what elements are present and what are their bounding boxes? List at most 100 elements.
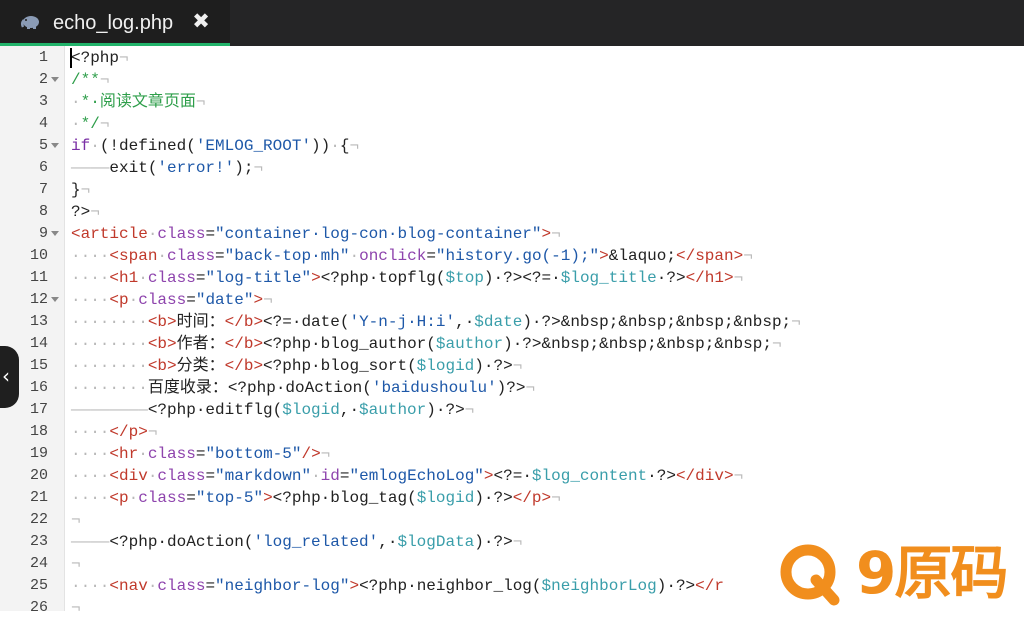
tab-bar: echo_log.php ✖	[0, 0, 1024, 46]
fold-arrow-icon[interactable]	[51, 297, 59, 302]
code-token: >	[349, 577, 360, 595]
code-token: <b>	[147, 335, 177, 353]
code-text: ————————<?php·editflg($logid,·$author)·?…	[71, 399, 474, 421]
fold-arrow-icon[interactable]	[51, 143, 59, 148]
code-token: <p	[109, 291, 129, 309]
line-number: 18	[29, 423, 48, 440]
code-token: <?php·blog_author(	[263, 335, 436, 353]
code-text: ·*·阅读文章页面¬	[71, 91, 205, 113]
chevron-left-icon: ‹	[2, 364, 10, 388]
code-line[interactable]: 16 ········百度收录：<?php·doAction('baidushou…	[0, 377, 1024, 399]
code-line[interactable]: 6 ————exit('error!');¬	[0, 157, 1024, 179]
code-token: class	[147, 445, 196, 463]
code-line[interactable]: 8 ?>¬	[0, 201, 1024, 223]
code-line[interactable]: 18 ····</p>¬	[0, 421, 1024, 443]
code-line[interactable]: 12 ····<p·class="date">¬	[0, 289, 1024, 311]
code-text: ········<b>作者：</b><?php·blog_author($aut…	[71, 333, 782, 355]
code-line[interactable]: 20 ····<div·class="markdown"·id="emlogEch…	[0, 465, 1024, 487]
code-token: >	[541, 225, 552, 243]
code-token: =	[215, 247, 225, 265]
code-token: )?>	[496, 379, 526, 397]
code-token: ¬	[464, 401, 475, 419]
code-line[interactable]: 17 ————————<?php·editflg($logid,·$author)…	[0, 399, 1024, 421]
code-token: >	[263, 489, 273, 507]
code-token: ¬	[551, 225, 561, 243]
code-token: <?php	[71, 49, 120, 67]
code-token: </b>	[224, 313, 264, 331]
code-token: $logid	[416, 357, 475, 375]
code-token: 百度收录：<?php·doAction(	[147, 379, 372, 397]
file-tab[interactable]: echo_log.php ✖	[0, 0, 230, 46]
code-token: ·	[330, 137, 340, 155]
code-token: ¬	[71, 555, 81, 573]
code-line[interactable]: 14 ········<b>作者：</b><?php·blog_author($a…	[0, 333, 1024, 355]
side-panel-toggle[interactable]: ‹	[0, 346, 19, 408]
code-token: class	[138, 291, 187, 309]
code-token: onclick	[359, 247, 427, 265]
code-token: )·?>	[474, 533, 513, 551]
code-token: )·?>&nbsp;&nbsp;&nbsp;&nbsp;	[503, 335, 772, 353]
code-token: ····	[71, 291, 110, 309]
code-line[interactable]: 11 ····<h1·class="log-title"><?php·topflg…	[0, 267, 1024, 289]
code-token: </r	[695, 577, 724, 595]
code-token: =	[205, 577, 216, 595]
code-token: </span>	[675, 247, 744, 265]
code-token: )·?>	[656, 577, 696, 595]
code-text: ····<nav·class="neighbor-log"><?php·neig…	[71, 575, 724, 597]
code-token: $logid	[416, 489, 475, 507]
code-token: 'baidushoulu'	[371, 379, 497, 397]
code-token: <b>	[147, 313, 177, 331]
code-token: </p>	[512, 489, 552, 507]
code-token: if	[71, 137, 91, 155]
code-line[interactable]: 1 <?php¬	[0, 47, 1024, 69]
code-line[interactable]: 3 ·*·阅读文章页面¬	[0, 91, 1024, 113]
watermark-text: 9原码	[856, 539, 1008, 607]
code-token: "history.go(-1);"	[435, 247, 600, 265]
code-token: ,·	[378, 533, 398, 551]
code-token: =	[195, 269, 206, 287]
code-token: ····	[71, 445, 110, 463]
code-token: =	[426, 247, 436, 265]
code-token: <?php·topflg(	[320, 269, 446, 287]
code-line[interactable]: 22 ¬	[0, 509, 1024, 531]
code-line[interactable]: 2 /**¬	[0, 69, 1024, 91]
code-token: ¬	[512, 357, 523, 375]
code-text: ········<b>时间：</b><?=·date('Y-n-j·H:i',·…	[71, 311, 801, 333]
code-token: )·?>	[474, 489, 513, 507]
line-number: 2	[38, 71, 48, 88]
code-token: =	[195, 445, 206, 463]
code-token: ¬	[71, 599, 81, 617]
code-line[interactable]: 19 ····<hr·class="bottom-5"/>¬	[0, 443, 1024, 465]
code-token: ¬	[253, 159, 264, 177]
code-token: 'Y-n-j·H:i'	[349, 313, 456, 331]
code-token: ····	[71, 269, 110, 287]
code-token: ········	[71, 335, 148, 353]
code-token: >	[599, 247, 609, 265]
close-icon[interactable]: ✖	[190, 9, 212, 33]
code-line[interactable]: 4 ·*/¬	[0, 113, 1024, 135]
code-line[interactable]: 15 ········<b>分类：</b><?php·blog_sort($log…	[0, 355, 1024, 377]
code-token: "back-top·mh"	[224, 247, 350, 265]
code-line[interactable]: 5 if·(!defined('EMLOG_ROOT'))·{¬	[0, 135, 1024, 157]
code-token: ·	[128, 291, 139, 309]
code-line[interactable]: 9 <article·class="container·log-con·blog-…	[0, 223, 1024, 245]
code-text: ····<p·class="date">¬	[71, 289, 273, 311]
code-token: class	[138, 489, 187, 507]
fold-arrow-icon[interactable]	[51, 231, 59, 236]
line-number: 22	[29, 511, 48, 528]
code-token: >	[253, 291, 264, 309]
code-text: ········百度收录：<?php·doAction('baidushoulu…	[71, 377, 535, 399]
code-token: $logData	[397, 533, 475, 551]
code-line[interactable]: 10 ····<span·class="back-top·mh"·onclick=…	[0, 245, 1024, 267]
code-line[interactable]: 21 ····<p·class="top-5"><?php·blog_tag($l…	[0, 487, 1024, 509]
code-token: 作者：	[176, 335, 225, 353]
code-token: <nav	[109, 577, 148, 595]
line-number: 24	[29, 555, 48, 572]
code-token: ¬	[80, 181, 91, 199]
line-number: 13	[29, 313, 48, 330]
code-token: ————	[71, 159, 110, 177]
code-token: $neighborLog	[541, 577, 657, 595]
fold-arrow-icon[interactable]	[51, 77, 59, 82]
code-line[interactable]: 13 ········<b>时间：</b><?=·date('Y-n-j·H:i'…	[0, 311, 1024, 333]
code-line[interactable]: 7}¬	[0, 179, 1024, 201]
